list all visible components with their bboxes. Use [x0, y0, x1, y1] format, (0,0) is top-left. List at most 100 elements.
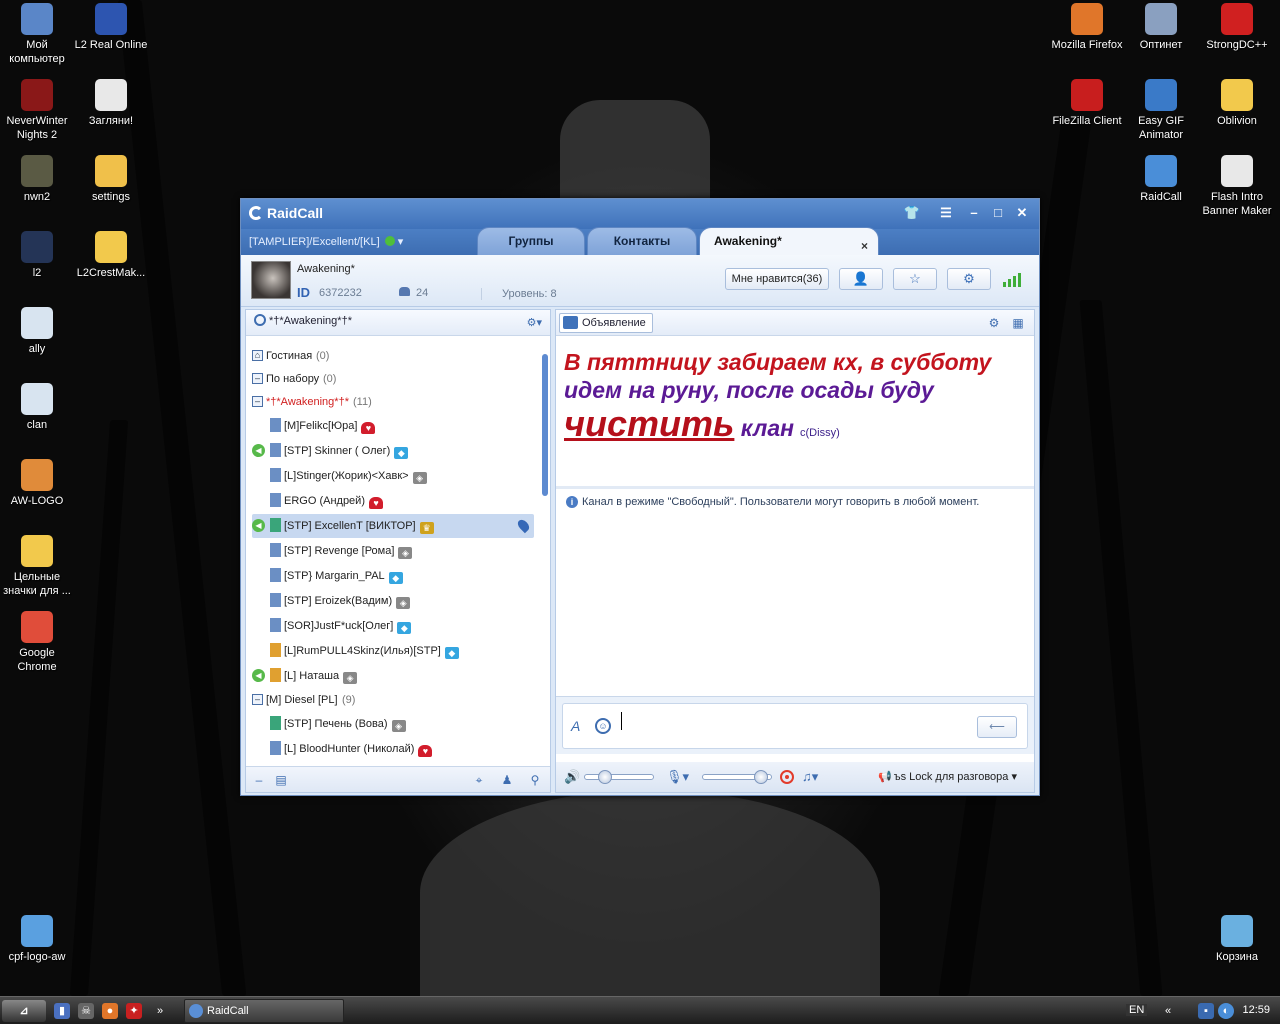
tab-contacts[interactable]: Контакты: [587, 227, 697, 255]
channel-group-row[interactable]: – [M] Diesel [PL] (9): [246, 688, 536, 712]
desktop-icon[interactable]: Мой компьютер: [0, 3, 74, 66]
user-row[interactable]: [STP} Margarin_PAL ◆: [246, 564, 536, 588]
start-button[interactable]: ⊿: [2, 1000, 46, 1022]
desktop-icon[interactable]: NeverWinter Nights 2: [0, 79, 74, 142]
tab-awakening[interactable]: Awakening* ×: [699, 227, 879, 255]
channel-menu-icon[interactable]: ⚙▾: [527, 316, 542, 329]
desktop-icon[interactable]: ally: [0, 307, 74, 356]
user-status[interactable]: [TAMPLIER]/Excellent/[KL] ▾: [249, 235, 403, 248]
user-row[interactable]: [M]Felikc[Юра] ♥: [246, 414, 536, 438]
language-indicator[interactable]: EN: [1126, 1004, 1148, 1016]
desktop-icon[interactable]: L2CrestMak...: [74, 231, 148, 280]
quicklaunch-strongdc-icon[interactable]: ✦: [126, 1003, 142, 1019]
desktop-icon[interactable]: FileZilla Client: [1050, 79, 1124, 128]
collapse-icon[interactable]: –: [252, 773, 266, 787]
desktop-icon[interactable]: Flash Intro Banner Maker: [1200, 155, 1274, 218]
user-icon[interactable]: ♟: [500, 773, 514, 787]
slider-knob[interactable]: [598, 770, 612, 784]
desktop-icon[interactable]: AW-LOGO: [0, 459, 74, 508]
close-button[interactable]: ✕: [1013, 205, 1031, 221]
menu-icon[interactable]: ☰: [937, 205, 955, 221]
desktop-icon[interactable]: clan: [0, 383, 74, 432]
expand-icon[interactable]: –: [252, 373, 263, 384]
settings-button[interactable]: ⚙: [947, 268, 991, 290]
quicklaunch-desktop-icon[interactable]: ▮: [54, 1003, 70, 1019]
desktop-icon[interactable]: cpf-logo-aw: [0, 915, 74, 964]
desktop-icon[interactable]: Оптинет: [1124, 3, 1198, 52]
desktop-icon[interactable]: Mozilla Firefox: [1050, 3, 1124, 52]
user-row[interactable]: [STP] Eroizek(Вадим) ◈: [246, 589, 536, 613]
group-count: (0): [323, 373, 337, 385]
desktop-icon[interactable]: RaidCall: [1124, 155, 1198, 204]
record-icon[interactable]: [780, 770, 794, 784]
announcement-button[interactable]: Объявление: [559, 313, 653, 333]
taskbar-raidcall-button[interactable]: RaidCall: [184, 999, 344, 1023]
calendar-icon[interactable]: ▦: [1010, 315, 1026, 331]
font-icon[interactable]: A: [571, 718, 580, 734]
location-pin-icon[interactable]: [515, 517, 532, 534]
music-icon[interactable]: ♫▾: [802, 769, 818, 785]
user-row[interactable]: [SOR]JustF*uck[Олег] ◆: [246, 614, 536, 638]
chevron-down-icon[interactable]: ▾: [398, 236, 404, 248]
speaker-volume-slider[interactable]: [584, 770, 654, 784]
expand-icon[interactable]: ⌂: [252, 350, 263, 361]
user-row[interactable]: [L]RumPULL4Skinz(Илья)[STP] ◆: [246, 639, 536, 663]
user-row[interactable]: [L] BloodHunter (Николай) ♥: [246, 737, 536, 761]
channel-group-row[interactable]: ⌂ Гостиная (0): [246, 344, 536, 368]
desktop-icon[interactable]: Цельные значки для ...: [0, 535, 74, 598]
desktop-icon[interactable]: settings: [74, 155, 148, 204]
quicklaunch-more-icon[interactable]: »: [152, 1003, 168, 1019]
maximize-button[interactable]: □: [989, 205, 1007, 221]
user-row[interactable]: ◀ [L] Наташа ◈: [246, 664, 536, 688]
desktop-icon[interactable]: Корзина: [1200, 915, 1274, 964]
title-bar[interactable]: RaidCall 👕 ☰ – □ ✕: [241, 199, 1039, 229]
add-user-icon: 👤: [852, 271, 870, 286]
tray-expand-icon[interactable]: «: [1160, 1003, 1176, 1019]
divider[interactable]: [556, 486, 1034, 489]
channel-group-row[interactable]: – По набору (0): [246, 367, 536, 391]
send-button[interactable]: ⟵: [977, 716, 1017, 738]
user-row[interactable]: ERGO (Андрей) ♥: [246, 489, 536, 513]
channel-group-row[interactable]: – *†*Awakening*†* (11): [246, 390, 536, 414]
card-icon[interactable]: ▤: [274, 773, 288, 787]
expand-icon[interactable]: –: [252, 396, 263, 407]
user-row[interactable]: [STP] Печень (Вова) ◈: [246, 712, 536, 736]
skin-icon[interactable]: 👕: [903, 205, 921, 221]
user-row[interactable]: ◀ [STP] Skinner ( Олег) ◆: [246, 439, 536, 463]
voice-mode-selector[interactable]: 📢 ъs Lock для разговора ▾: [878, 770, 1017, 783]
expand-icon[interactable]: –: [252, 694, 263, 705]
user-row[interactable]: ◀ [STP] ExcellenT [ВИКТОР] ♛: [252, 514, 534, 538]
microphone-icon[interactable]: 🎙▾: [666, 769, 689, 785]
quicklaunch-firefox-icon[interactable]: ●: [102, 1003, 118, 1019]
add-member-button[interactable]: 👤: [839, 268, 883, 290]
tab-groups[interactable]: Группы: [477, 227, 585, 255]
desktop-icon[interactable]: StrongDC++: [1200, 3, 1274, 52]
avatar[interactable]: [251, 261, 291, 299]
slider-knob[interactable]: [754, 770, 768, 784]
like-button[interactable]: Мне нравится(36): [725, 268, 829, 290]
location-pin-icon[interactable]: ⌖: [472, 773, 486, 787]
emoji-icon[interactable]: ☺: [595, 718, 611, 734]
desktop-icon[interactable]: Easy GIF Animator: [1124, 79, 1198, 142]
search-icon[interactable]: ⚲: [528, 773, 542, 787]
chat-settings-icon[interactable]: ⚙: [986, 315, 1002, 331]
desktop-icon[interactable]: l2: [0, 231, 74, 280]
message-input[interactable]: A ☺ ⟵: [562, 703, 1028, 749]
group-label: [M] Diesel [PL]: [266, 694, 338, 706]
channel-title[interactable]: *†*Awakening*†*: [269, 315, 352, 327]
mic-volume-slider[interactable]: [702, 770, 772, 784]
scrollbar[interactable]: [542, 354, 548, 496]
tray-raidcall-icon[interactable]: ◐: [1218, 1003, 1234, 1019]
user-row[interactable]: [L]Stinger(Жорик)<Хавк> ◈: [246, 464, 536, 488]
desktop-icon[interactable]: L2 Real Online: [74, 3, 148, 52]
desktop-icon[interactable]: nwn2: [0, 155, 74, 204]
desktop-icon[interactable]: Google Chrome: [0, 611, 74, 674]
minimize-button[interactable]: –: [965, 205, 983, 221]
tray-network-icon[interactable]: ▪: [1198, 1003, 1214, 1019]
favorite-button[interactable]: ☆: [893, 268, 937, 290]
speaker-icon[interactable]: 🔊: [564, 769, 580, 785]
quicklaunch-skull-icon[interactable]: ☠: [78, 1003, 94, 1019]
desktop-icon[interactable]: Загляни!: [74, 79, 148, 128]
user-row[interactable]: [STP] Revenge [Рома] ◈: [246, 539, 536, 563]
desktop-icon[interactable]: Oblivion: [1200, 79, 1274, 128]
